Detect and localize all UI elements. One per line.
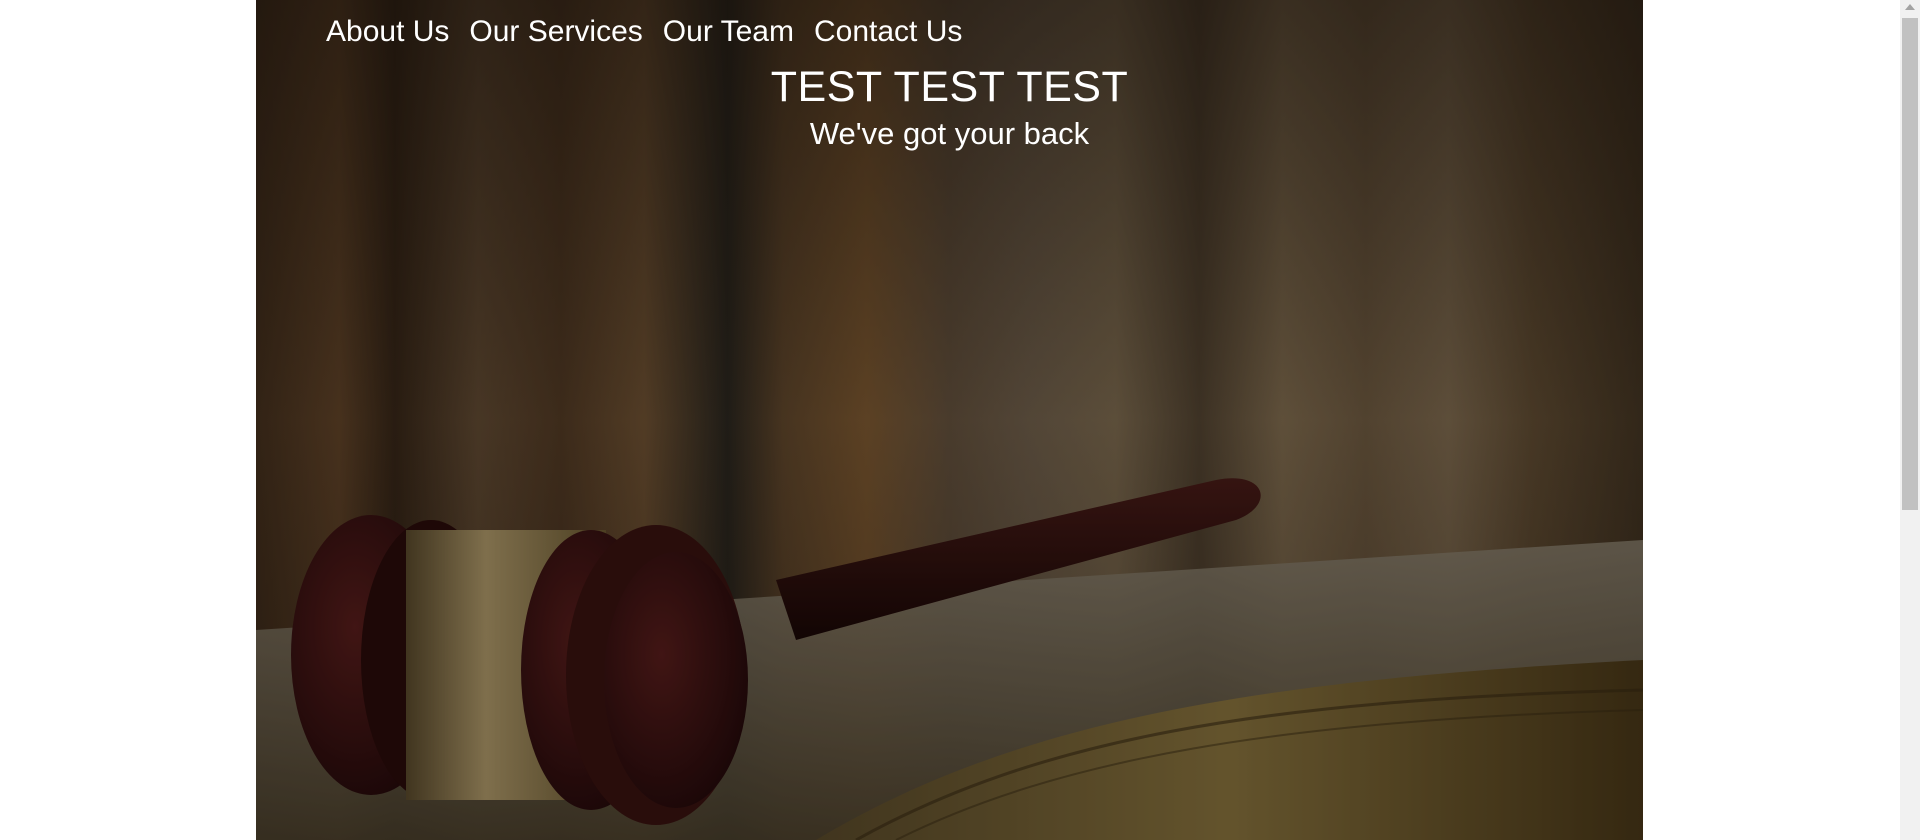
nav-link-contact-us[interactable]: Contact Us [814,14,962,50]
nav-link-our-services[interactable]: Our Services [469,14,642,50]
scrollbar-thumb[interactable] [1902,18,1918,510]
hero-tagline: We've got your back [809,116,1090,151]
hero-section: About Us Our Services Our Team Contact U… [256,0,1643,840]
page: About Us Our Services Our Team Contact U… [0,0,1920,840]
scroll-up-arrow-icon[interactable] [1905,4,1915,10]
vertical-scrollbar[interactable] [1900,0,1920,840]
nav-link-our-team[interactable]: Our Team [663,14,794,50]
nav-link-about-us[interactable]: About Us [326,14,449,50]
hero-title: TEST TEST TEST [770,63,1129,111]
main-nav: About Us Our Services Our Team Contact U… [326,14,982,50]
